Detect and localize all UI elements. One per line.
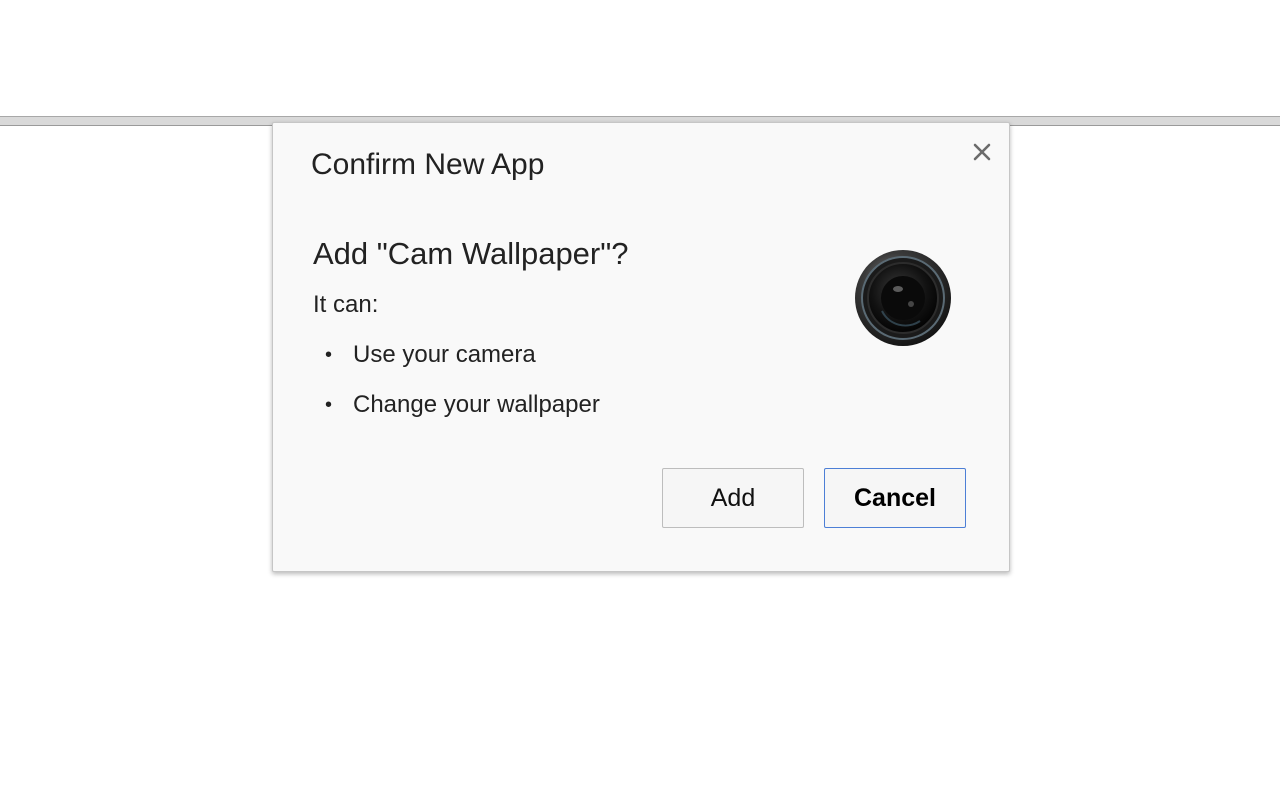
close-button[interactable] xyxy=(967,137,997,167)
cancel-button[interactable]: Cancel xyxy=(824,468,966,528)
dialog-title: Confirm New App xyxy=(311,148,545,181)
permission-text: Use your camera xyxy=(353,341,536,368)
bullet: • xyxy=(325,344,333,366)
camera-lens-icon xyxy=(854,249,952,347)
permission-text: Change your wallpaper xyxy=(353,391,600,418)
permissions-intro: It can: xyxy=(313,291,379,318)
close-icon xyxy=(973,143,991,161)
bullet: • xyxy=(325,394,333,416)
app-name-heading: Add "Cam Wallpaper"? xyxy=(313,236,629,271)
confirm-app-dialog: Confirm New App Add "Cam Wallpaper"? It … xyxy=(272,122,1010,572)
add-button[interactable]: Add xyxy=(662,468,804,528)
